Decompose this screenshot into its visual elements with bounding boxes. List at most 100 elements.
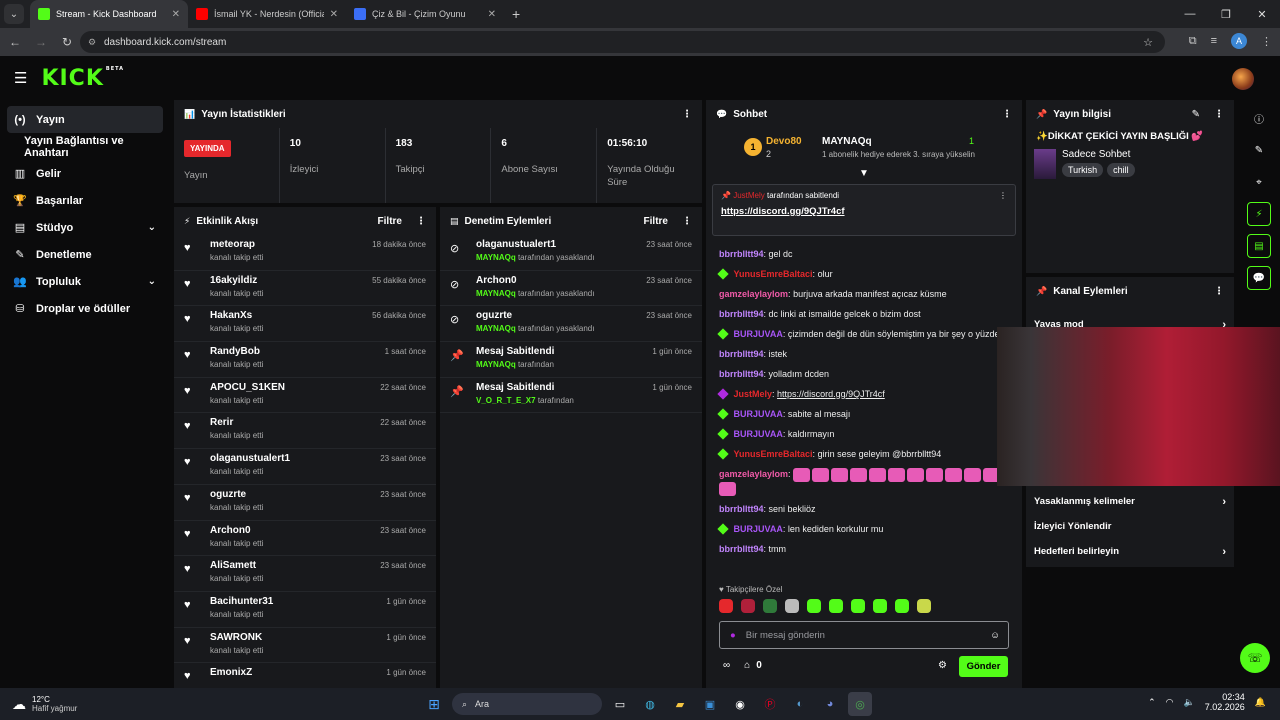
profile-avatar[interactable]: A	[1231, 33, 1247, 49]
app-icon[interactable]: ◉	[728, 692, 752, 716]
emoji-icon[interactable]: ☺	[990, 630, 1000, 641]
notes-icon[interactable]: ▤	[1247, 234, 1271, 258]
chat-username[interactable]: BURJUVAA	[734, 524, 783, 534]
more-options-icon[interactable]: ⋮	[682, 216, 692, 227]
close-tab-icon[interactable]: ✕	[488, 9, 496, 20]
forward-icon[interactable]: →	[30, 35, 52, 49]
action-host[interactable]: İzleyici Yönlendir	[1026, 514, 1234, 539]
sidebar-item-topluluk[interactable]: 👥 Topluluk ⌄	[0, 268, 170, 295]
sidebar-item-droplar[interactable]: ⛁ Droplar ve ödüller	[0, 295, 170, 322]
pinterest-icon[interactable]: Ⓟ	[758, 692, 782, 716]
action-banned-words[interactable]: Yasaklanmış kelimeler ›	[1026, 489, 1234, 514]
more-options-icon[interactable]: ⋮	[416, 216, 426, 227]
activity-username[interactable]: Archon0	[210, 525, 380, 536]
activity-username[interactable]: Bacihunter31	[210, 596, 386, 607]
moderator-name[interactable]: MAYNAQq	[476, 360, 516, 369]
restore-icon[interactable]: ❐	[1208, 8, 1244, 21]
minimize-icon[interactable]: —	[1172, 8, 1208, 20]
chat-username[interactable]: bbrrblltt94	[719, 249, 764, 259]
chat-icon[interactable]: 💬	[1247, 266, 1271, 290]
media-icon[interactable]: ≡	[1211, 35, 1217, 47]
activity-username[interactable]: RandyBob	[210, 346, 385, 357]
wifi-icon[interactable]: ◠	[1166, 697, 1174, 708]
more-options-icon[interactable]: ⋮	[1214, 109, 1224, 120]
moderator-name[interactable]: MAYNAQq	[476, 289, 516, 298]
category-name[interactable]: Sadece Sohbet	[1062, 149, 1135, 160]
close-window-icon[interactable]: ✕	[1244, 8, 1280, 21]
chat-username[interactable]: BURJUVAA	[734, 429, 783, 439]
emote-icon[interactable]	[719, 599, 733, 613]
emote-icon[interactable]	[763, 599, 777, 613]
moderation-target[interactable]: olaganustualert1	[476, 239, 646, 250]
emote-icon[interactable]	[917, 599, 931, 613]
infinity-icon[interactable]: ∞	[723, 660, 730, 671]
store-icon[interactable]: ▣	[698, 692, 722, 716]
extensions-icon[interactable]: ⧉	[1189, 35, 1197, 48]
clock[interactable]: 02:34 7.02.2026	[1205, 692, 1245, 712]
mic-icon[interactable]: ●	[730, 630, 736, 641]
chat-username[interactable]: bbrrblltt94	[719, 369, 764, 379]
emote-icon[interactable]	[895, 599, 909, 613]
lightning-icon[interactable]: ⚡	[1247, 202, 1271, 226]
activity-username[interactable]: Rerir	[210, 417, 380, 428]
chat-username[interactable]: bbrrblltt94	[719, 544, 764, 554]
edit-pencil-icon[interactable]: ✎	[1192, 109, 1200, 120]
browser-menu-icon[interactable]: ⋮	[1261, 35, 1272, 48]
moderation-target[interactable]: oguzrte	[476, 310, 646, 321]
top-gifter-name[interactable]: Devo80	[766, 136, 802, 147]
windows-start-icon[interactable]: ⊞	[422, 692, 446, 716]
new-tab-button[interactable]: +	[512, 6, 520, 22]
globe-icon[interactable]: ◐	[788, 692, 812, 716]
activity-username[interactable]: 16akyildiz	[210, 275, 372, 286]
chat-username[interactable]: BURJUVAA	[734, 409, 783, 419]
moderator-name[interactable]: MAYNAQq	[476, 324, 516, 333]
points-icon[interactable]: ⌂	[744, 660, 750, 671]
chat-message-input[interactable]: ● Bir mesaj gönderin ☺	[719, 621, 1009, 649]
activity-username[interactable]: oguzrte	[210, 489, 380, 500]
sidebar-item-denetleme[interactable]: ✎ Denetleme	[0, 241, 170, 268]
emote-icon[interactable]	[851, 599, 865, 613]
tag-chip[interactable]: chill	[1107, 163, 1135, 177]
pinned-link[interactable]: https://discord.gg/9QJTr4cf	[721, 206, 1007, 217]
bookmark-star-icon[interactable]: ☆	[1143, 36, 1153, 49]
chat-username[interactable]: bbrrblltt94	[719, 349, 764, 359]
chat-settings-icon[interactable]: ⚙	[938, 660, 947, 671]
kick-logo[interactable]: KICK BETA	[41, 66, 124, 91]
address-bar[interactable]: ⚙ dashboard.kick.com/stream ☆	[80, 31, 1165, 53]
chat-username[interactable]: BURJUVAA	[734, 329, 783, 339]
chat-username[interactable]: YunusEmreBaltaci	[734, 269, 813, 279]
info-icon[interactable]: ⓘ	[1247, 106, 1271, 130]
back-icon[interactable]: ←	[4, 35, 26, 49]
taskbar-search[interactable]: ⌕ Ara	[452, 693, 602, 715]
emote-icon[interactable]	[829, 599, 843, 613]
moderation-target[interactable]: Mesaj Sabitlendi	[476, 382, 652, 393]
close-tab-icon[interactable]: ✕	[330, 9, 338, 20]
emote-icon[interactable]	[807, 599, 821, 613]
browser-tab-youtube[interactable]: İsmail YK - Nerdesin (Official Vi ✕	[188, 0, 346, 28]
file-explorer-icon[interactable]: ▰	[668, 692, 692, 716]
sidebar-item-basarilar[interactable]: 🏆 Başarılar	[0, 187, 170, 214]
activity-username[interactable]: APOCU_S1KEN	[210, 382, 380, 393]
more-options-icon[interactable]: ⋮	[682, 109, 692, 120]
browser-tab-cizbil[interactable]: Çiz & Bil - Çizim Oyunu ✕	[346, 0, 504, 28]
tab-list-button[interactable]: ⌄	[4, 4, 24, 24]
discord-icon[interactable]: ◕	[818, 692, 842, 716]
activity-username[interactable]: EmonixZ	[210, 667, 386, 678]
emote-icon[interactable]	[785, 599, 799, 613]
moderation-target[interactable]: Mesaj Sabitlendi	[476, 346, 652, 357]
support-icon[interactable]: ☏	[1240, 643, 1270, 673]
activity-username[interactable]: SAWRONK	[210, 632, 386, 643]
second-gifter-name[interactable]: MAYNAQq	[822, 136, 872, 147]
sidebar-item-studyo[interactable]: ▤ Stüdyo ⌄	[0, 214, 170, 241]
sidebar-item-gelir[interactable]: ▥ Gelir	[0, 160, 170, 187]
site-info-icon[interactable]: ⚙	[88, 37, 96, 48]
chrome-icon[interactable]: ◎	[848, 692, 872, 716]
activity-username[interactable]: HakanXs	[210, 310, 372, 321]
focus-icon[interactable]: ⌖	[1247, 170, 1271, 194]
activity-username[interactable]: AliSamett	[210, 560, 380, 571]
sidebar-item-yayin[interactable]: (•) Yayın	[7, 106, 163, 133]
moderator-name[interactable]: MAYNAQq	[476, 253, 516, 262]
collapse-icon[interactable]: ▼	[706, 168, 1022, 184]
activity-username[interactable]: olaganustualert1	[210, 453, 380, 464]
sidebar-item-stream-key[interactable]: Yayın Bağlantısı ve Anahtarı	[0, 133, 170, 160]
